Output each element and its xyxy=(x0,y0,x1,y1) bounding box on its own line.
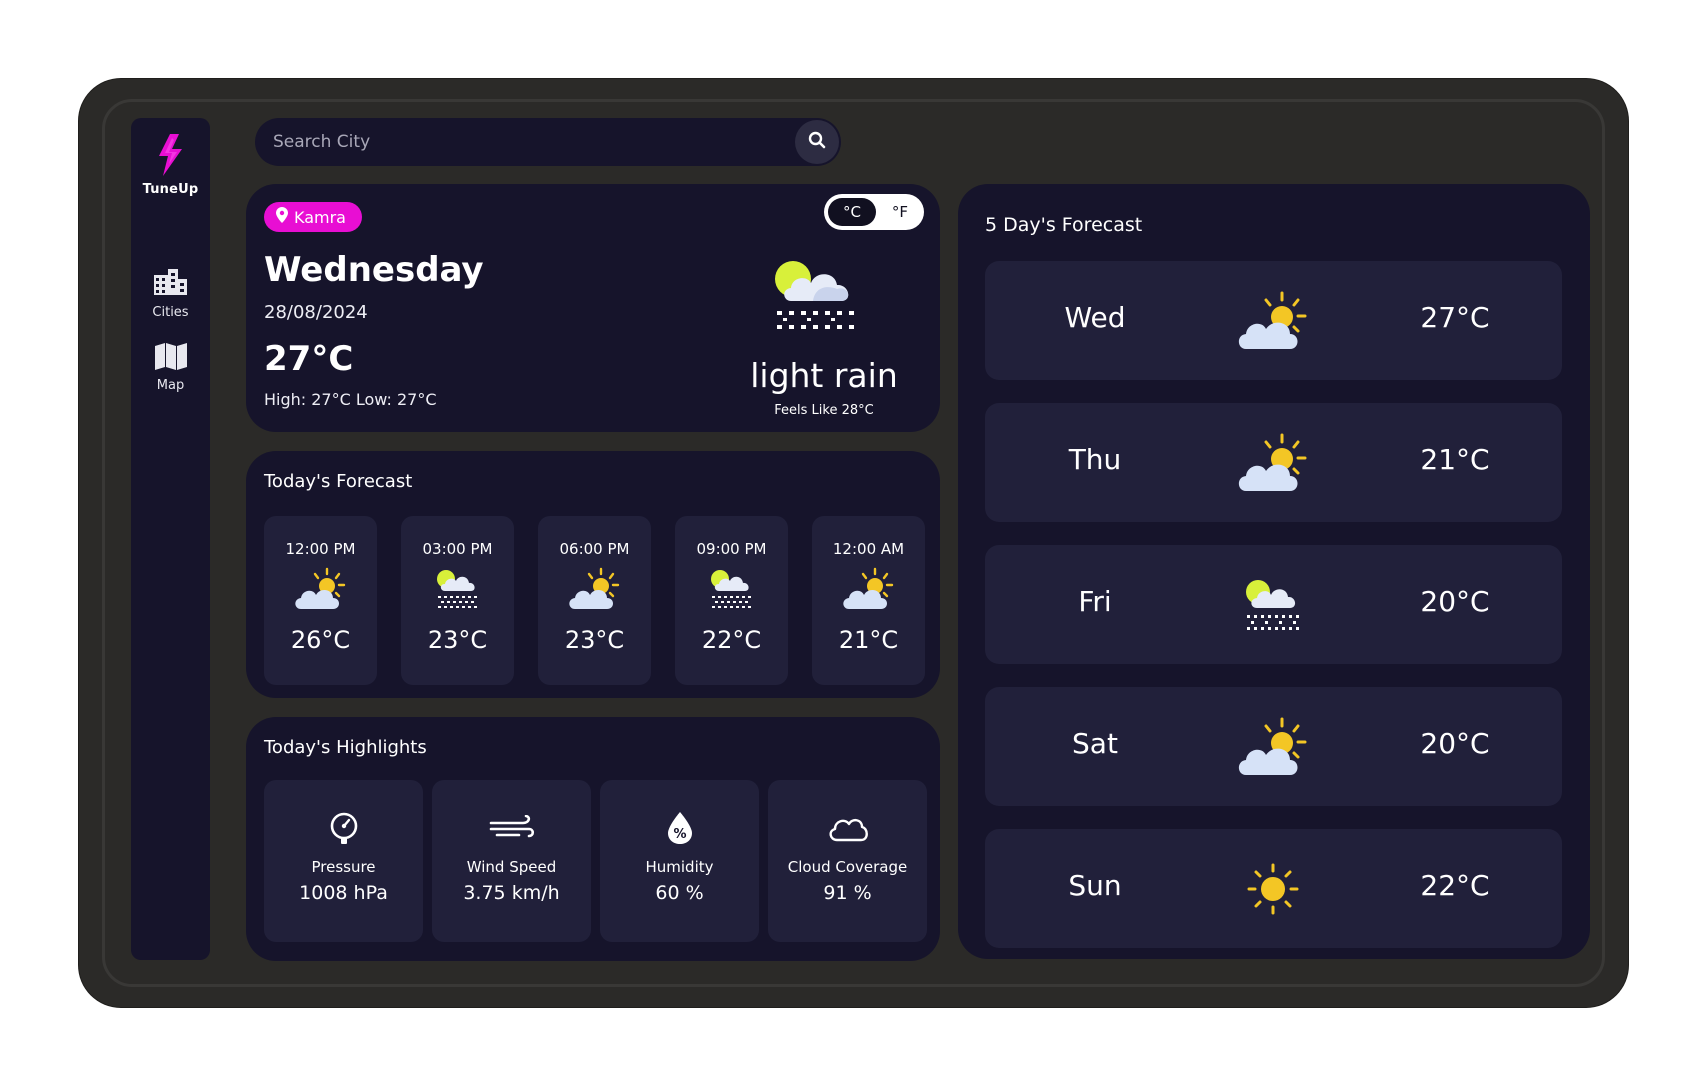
hour-card[interactable]: 03:00 PM 23°C xyxy=(401,516,514,685)
nav-map-label: Map xyxy=(156,378,185,393)
svg-text:%: % xyxy=(673,827,686,842)
todays-highlights-card: Today's Highlights Pressure 1008 hPa Win… xyxy=(246,717,940,961)
forecast-temp: 22°C xyxy=(1420,869,1490,902)
hour-time: 09:00 PM xyxy=(696,540,767,558)
rain-cloud-icon xyxy=(436,566,480,612)
search-button[interactable] xyxy=(795,120,839,164)
highlight-value: 3.75 km/h xyxy=(463,882,560,904)
hour-card[interactable]: 06:00 PM 23°C xyxy=(538,516,651,685)
fahrenheit-button[interactable]: °F xyxy=(880,198,920,226)
partly-sunny-icon xyxy=(567,566,623,612)
current-temperature: 27°C xyxy=(264,339,354,379)
forecast-day: Sun xyxy=(1068,869,1122,902)
hour-time: 12:00 PM xyxy=(285,540,356,558)
forecast-temp: 20°C xyxy=(1420,727,1490,760)
partly-sunny-icon xyxy=(1223,431,1323,495)
highlight-wind-speed: Wind Speed 3.75 km/h xyxy=(432,780,591,942)
highlight-value: 60 % xyxy=(655,882,704,904)
todays-forecast-card: Today's Forecast 12:00 PM 26°C 03:00 PM xyxy=(246,451,940,698)
forecast-temp: 20°C xyxy=(1420,585,1490,618)
sun-icon xyxy=(1223,857,1323,921)
forecast-day-row[interactable]: Sat 20°C xyxy=(985,687,1562,806)
hour-card[interactable]: 12:00 AM 21°C xyxy=(812,516,925,685)
hour-card[interactable]: 09:00 PM 22°C xyxy=(675,516,788,685)
highlight-name: Wind Speed xyxy=(466,858,557,876)
lightning-logo-icon xyxy=(155,134,185,180)
hour-temp: 22°C xyxy=(701,626,762,654)
highlight-name: Cloud Coverage xyxy=(787,858,908,876)
forecast-day-row[interactable]: Thu 21°C xyxy=(985,403,1562,522)
highlight-value: 91 % xyxy=(823,882,872,904)
celsius-button[interactable]: °C xyxy=(828,198,876,226)
highlight-value: 1008 hPa xyxy=(299,882,388,904)
nav-map[interactable]: Map xyxy=(154,342,188,393)
hour-temp: 23°C xyxy=(427,626,488,654)
partly-sunny-icon xyxy=(841,566,897,612)
humidity-icon: % xyxy=(666,810,694,846)
forecast-day-row[interactable]: Wed 27°C xyxy=(985,261,1562,380)
hour-time: 06:00 PM xyxy=(559,540,630,558)
search-icon xyxy=(808,131,826,153)
rain-cloud-icon xyxy=(1223,573,1323,637)
forecast-day: Thu xyxy=(1068,443,1122,476)
forecast-day-row[interactable]: Fri 20°C xyxy=(985,545,1562,664)
map-icon xyxy=(154,342,188,374)
wind-icon xyxy=(489,810,535,846)
five-day-forecast-title: 5 Day's Forecast xyxy=(985,214,1143,236)
partly-sunny-icon xyxy=(1223,715,1323,779)
current-day: Wednesday xyxy=(264,250,484,290)
city-icon xyxy=(152,267,188,301)
forecast-temp: 21°C xyxy=(1420,443,1490,476)
forecast-day: Sat xyxy=(1072,727,1118,760)
search-input[interactable] xyxy=(273,118,773,166)
nav-cities-label: Cities xyxy=(152,305,189,320)
forecast-day: Fri xyxy=(1078,585,1112,618)
hour-temp: 21°C xyxy=(838,626,899,654)
high-low-temperature: High: 27°C Low: 27°C xyxy=(264,390,437,409)
forecast-temp: 27°C xyxy=(1420,301,1490,334)
brand[interactable]: TuneUp xyxy=(143,134,199,197)
feels-like: Feels Like 28°C xyxy=(774,403,874,418)
nav-cities[interactable]: Cities xyxy=(152,267,189,320)
highlight-name: Pressure xyxy=(311,858,376,876)
location-name: Kamra xyxy=(294,207,346,227)
forecast-day: Wed xyxy=(1064,301,1126,334)
unit-toggle: °C °F xyxy=(824,194,924,230)
location-badge[interactable]: Kamra xyxy=(264,202,362,232)
todays-forecast-title: Today's Forecast xyxy=(264,471,413,492)
highlight-humidity: % Humidity 60 % xyxy=(600,780,759,942)
current-date: 28/08/2024 xyxy=(264,302,368,323)
highlight-cloud-coverage: Cloud Coverage 91 % xyxy=(768,780,927,942)
highlight-name: Humidity xyxy=(645,858,714,876)
hour-card[interactable]: 12:00 PM 26°C xyxy=(264,516,377,685)
cloud-icon xyxy=(827,810,869,846)
location-pin-icon xyxy=(276,207,288,227)
forecast-day-row[interactable]: Sun 22°C xyxy=(985,829,1562,948)
five-day-forecast-card: 5 Day's Forecast Wed 27°C Thu 21°C Fri 2… xyxy=(958,184,1590,959)
rain-cloud-icon xyxy=(773,259,859,339)
hour-temp: 26°C xyxy=(290,626,351,654)
gauge-icon xyxy=(328,810,360,846)
todays-highlights-title: Today's Highlights xyxy=(264,737,427,758)
current-weather-card: Kamra Wednesday 28/08/2024 27°C High: 27… xyxy=(246,184,940,432)
search-bar xyxy=(255,118,841,166)
hour-time: 03:00 PM xyxy=(422,540,493,558)
rain-cloud-icon xyxy=(710,566,754,612)
partly-sunny-icon xyxy=(1223,289,1323,353)
highlight-pressure: Pressure 1008 hPa xyxy=(264,780,423,942)
hour-time: 12:00 AM xyxy=(832,540,905,558)
sidebar: TuneUp Cities Map xyxy=(131,118,210,960)
partly-sunny-icon xyxy=(293,566,349,612)
weather-condition: light rain xyxy=(750,356,898,395)
hour-temp: 23°C xyxy=(564,626,625,654)
brand-name: TuneUp xyxy=(142,182,199,197)
